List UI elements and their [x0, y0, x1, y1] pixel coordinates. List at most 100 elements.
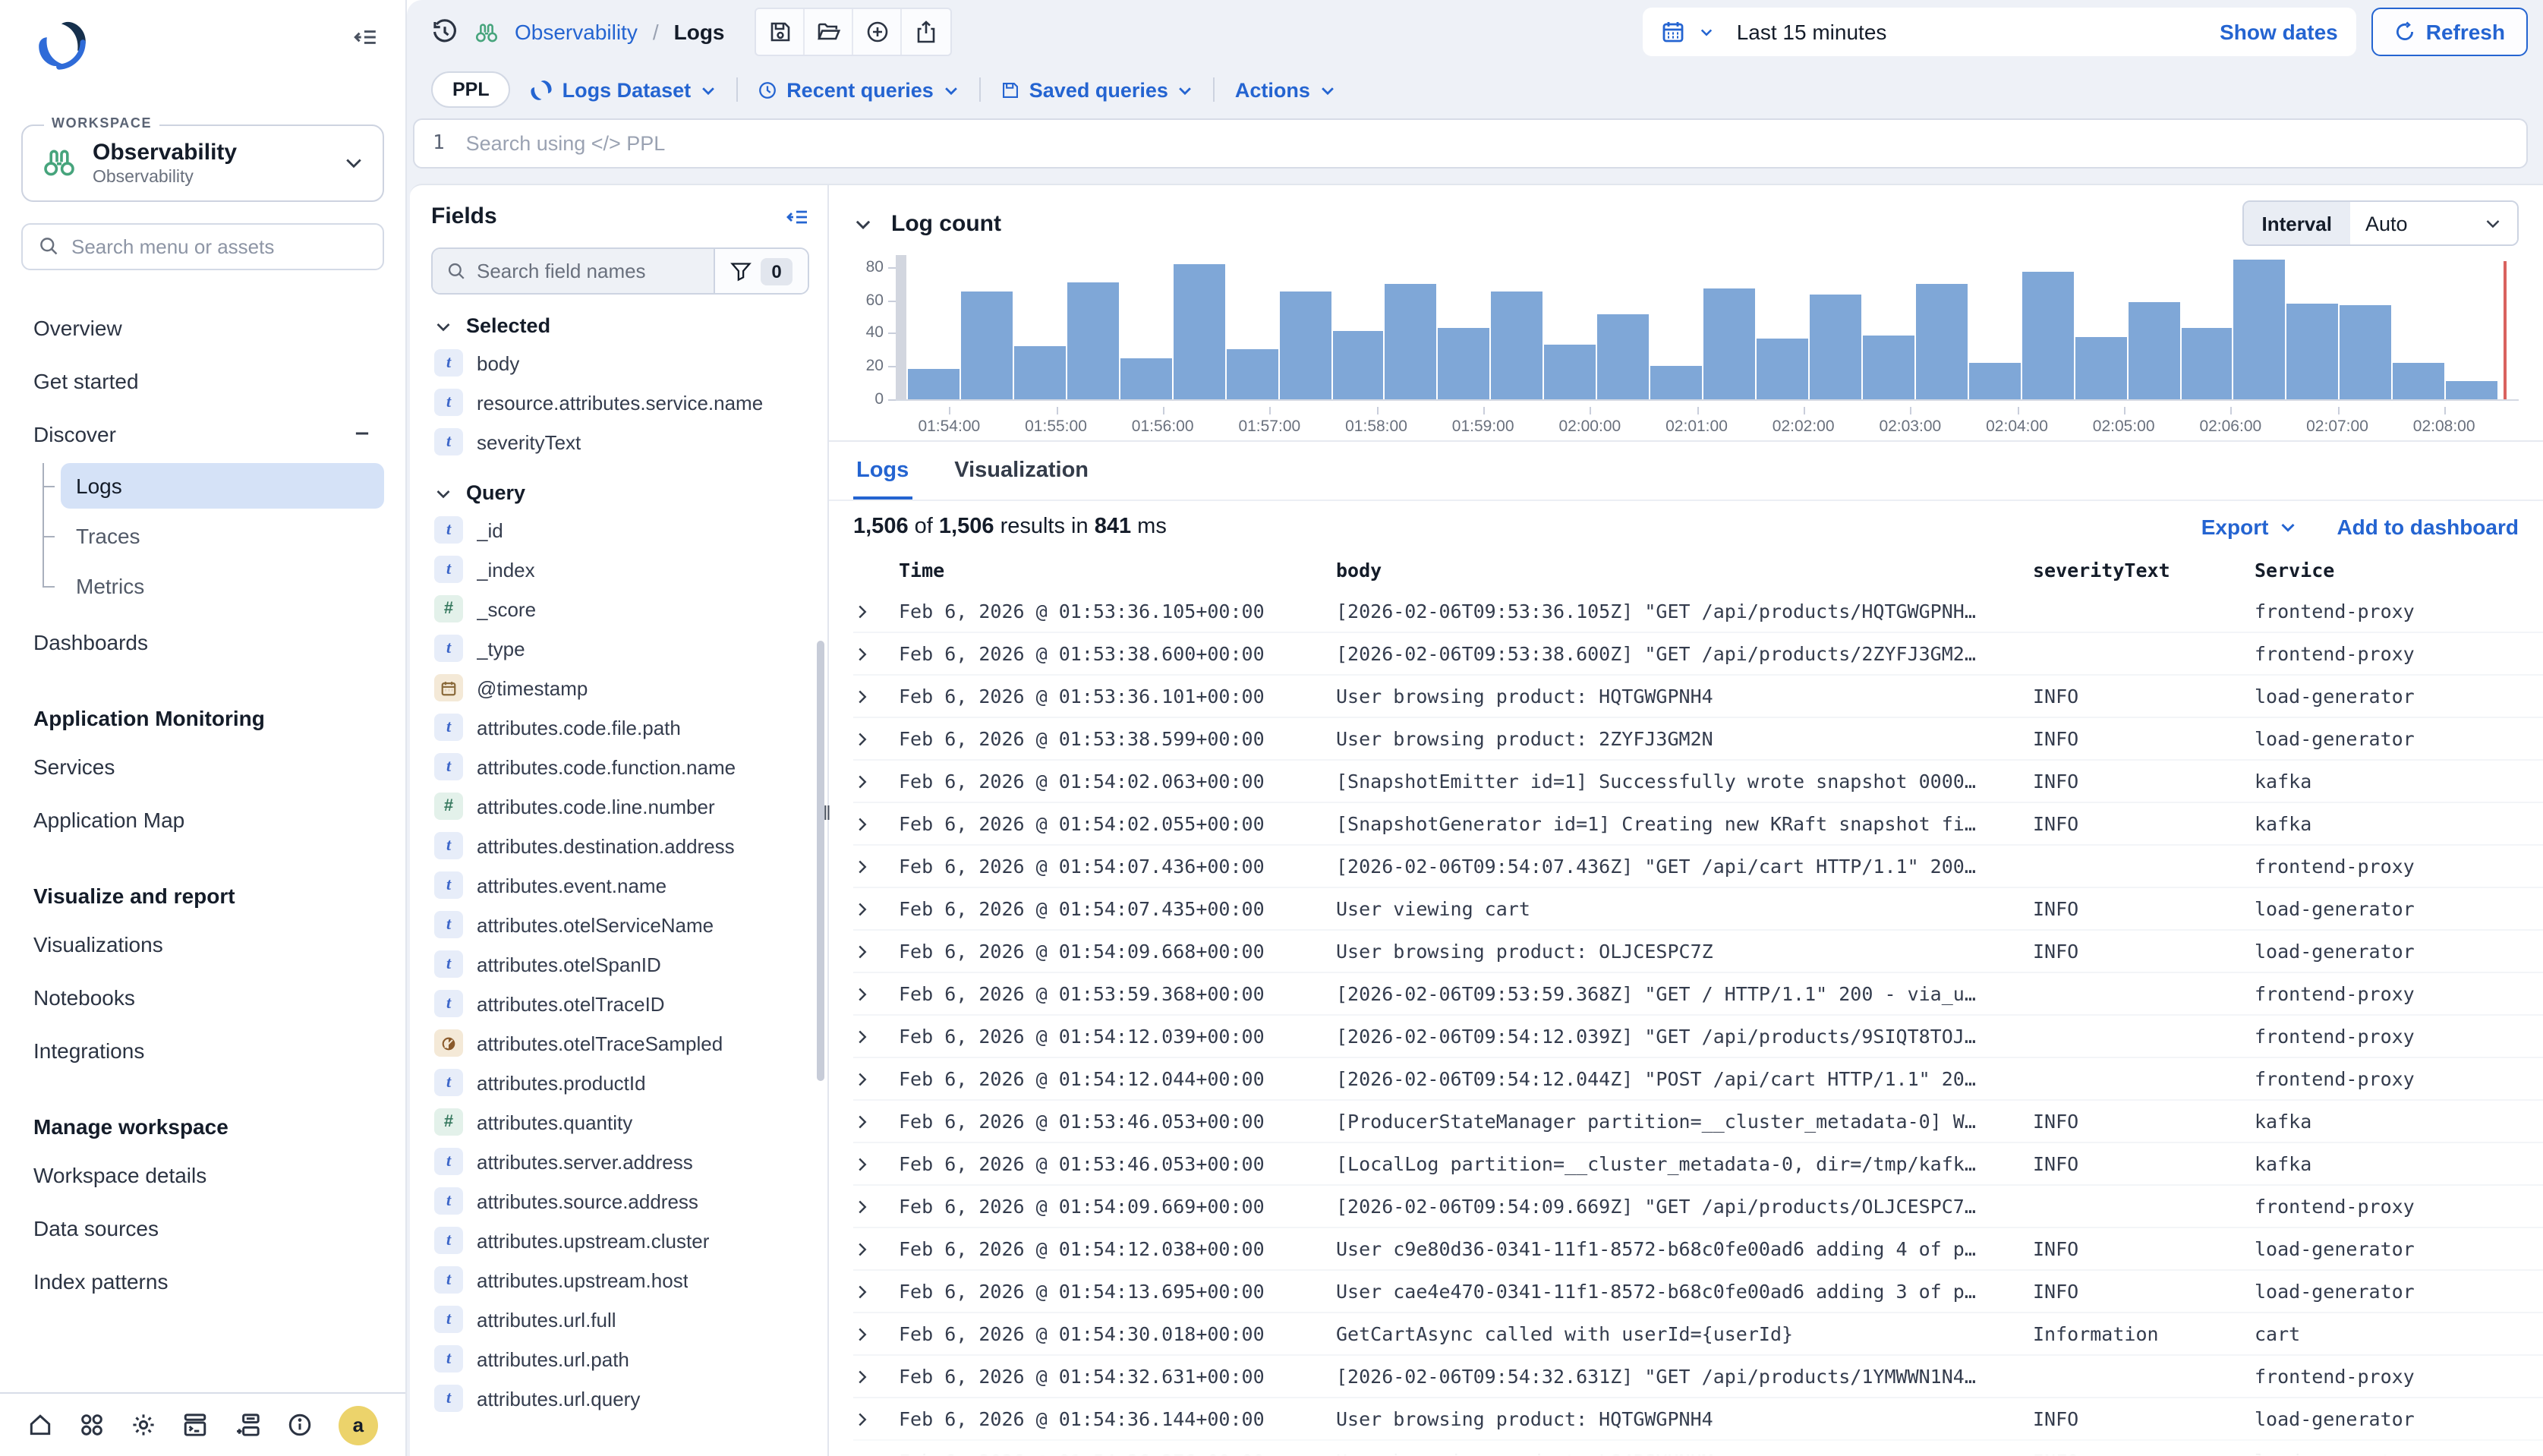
histogram-bar-01:56:00[interactable]	[1173, 265, 1224, 399]
field-filter-button[interactable]: 0	[714, 249, 808, 293]
tab-visualization[interactable]: Visualization	[951, 442, 1092, 500]
histogram-bar-02:06:00[interactable]	[2234, 260, 2286, 400]
histogram-bar-02:03:00[interactable]	[1916, 285, 1968, 399]
sidebar-item-overview[interactable]: Overview	[21, 304, 384, 352]
chart-collapse-icon[interactable]	[853, 213, 873, 233]
sidebar-collapse-icon[interactable]	[352, 24, 378, 50]
sidebar-search[interactable]	[21, 223, 384, 270]
field-item-attributes.code.function.name[interactable]: tattributes.code.function.name	[431, 747, 809, 786]
export-button[interactable]: Export	[2201, 515, 2298, 539]
histogram-bar-01:53:30[interactable]	[908, 368, 960, 399]
field-item-attributes.destination.address[interactable]: tattributes.destination.address	[431, 826, 809, 865]
show-dates-button[interactable]: Show dates	[2220, 20, 2338, 44]
share-icon[interactable]	[903, 9, 951, 55]
field-item-attributes.otelServiceName[interactable]: tattributes.otelServiceName	[431, 905, 809, 944]
selected-fields-section[interactable]: Selected	[434, 314, 809, 337]
expand-row-icon[interactable]	[853, 985, 899, 1003]
histogram-bar-02:02:30[interactable]	[1863, 336, 1914, 399]
histogram-bar-02:08:00[interactable]	[2446, 381, 2497, 399]
expand-row-icon[interactable]	[853, 1367, 899, 1385]
add-panel-icon[interactable]	[235, 1412, 260, 1438]
histogram-bar-02:01:30[interactable]	[1757, 339, 1808, 399]
calendar-icon[interactable]	[1661, 20, 1685, 44]
recent-queries-menu[interactable]: Recent queries	[758, 78, 960, 101]
histogram-bar-02:05:00[interactable]	[2128, 303, 2179, 399]
field-item-attributes.url.query[interactable]: tattributes.url.query	[431, 1379, 809, 1418]
histogram-bar-01:55:00[interactable]	[1067, 283, 1119, 399]
query-fields-section[interactable]: Query	[434, 481, 809, 504]
histogram-bar-02:03:30[interactable]	[1969, 364, 2021, 400]
histogram-bar-02:00:00[interactable]	[1597, 314, 1649, 399]
expand-row-icon[interactable]	[853, 1027, 899, 1045]
expand-row-icon[interactable]	[853, 815, 899, 833]
histogram-bar-02:05:30[interactable]	[2181, 327, 2233, 399]
field-item-_score[interactable]: #_score	[431, 589, 809, 629]
field-item-attributes.productId[interactable]: tattributes.productId	[431, 1063, 809, 1102]
log-count-chart[interactable]: 020406080	[853, 255, 2519, 407]
field-item-resource.attributes.service.name[interactable]: tresource.attributes.service.name	[431, 383, 809, 422]
info-icon[interactable]	[287, 1412, 313, 1438]
expand-row-icon[interactable]	[853, 1112, 899, 1130]
column-time[interactable]: Time	[899, 559, 1336, 581]
histogram-bar-02:06:30[interactable]	[2287, 304, 2339, 399]
expand-row-icon[interactable]	[853, 942, 899, 960]
workspace-selector[interactable]: WORKSPACE Observability Observability	[21, 124, 384, 202]
field-item-attributes.source.address[interactable]: tattributes.source.address	[431, 1181, 809, 1221]
field-item-attributes.event.name[interactable]: tattributes.event.name	[431, 865, 809, 905]
histogram-bar-02:04:30[interactable]	[2075, 337, 2126, 399]
expand-row-icon[interactable]	[853, 730, 899, 748]
field-item-body[interactable]: tbody	[431, 343, 809, 383]
expand-row-icon[interactable]	[853, 1155, 899, 1173]
histogram-bar-01:57:00[interactable]	[1279, 292, 1331, 400]
apps-icon[interactable]	[79, 1412, 105, 1438]
expand-row-icon[interactable]	[853, 900, 899, 918]
sidebar-item-workspace-details[interactable]: Workspace details	[21, 1151, 384, 1199]
sidebar-item-discover[interactable]: Discover	[21, 410, 384, 459]
date-picker[interactable]: Last 15 minutes Show dates	[1643, 8, 2356, 56]
field-item-severityText[interactable]: tseverityText	[431, 422, 809, 462]
histogram-bar-01:57:30[interactable]	[1332, 330, 1384, 399]
sidebar-item-index-patterns[interactable]: Index patterns	[21, 1257, 384, 1306]
field-item-attributes.code.line.number[interactable]: #attributes.code.line.number	[431, 786, 809, 826]
expand-row-icon[interactable]	[853, 687, 899, 705]
histogram-bar-01:54:00[interactable]	[961, 292, 1013, 400]
field-search-input[interactable]	[477, 260, 700, 282]
column-service[interactable]: Service	[2255, 559, 2543, 581]
field-item-_index[interactable]: t_index	[431, 550, 809, 589]
expand-row-icon[interactable]	[853, 1325, 899, 1343]
sidebar-item-get-started[interactable]: Get started	[21, 357, 384, 405]
field-item-attributes.otelTraceSampled[interactable]: attributes.otelTraceSampled	[431, 1023, 809, 1063]
histogram-bar-01:59:30[interactable]	[1545, 345, 1596, 399]
field-item-@timestamp[interactable]: @timestamp	[431, 668, 809, 708]
fields-scrollbar[interactable]	[817, 641, 824, 1081]
actions-menu[interactable]: Actions	[1235, 78, 1336, 101]
histogram-bar-02:02:00[interactable]	[1810, 295, 1861, 399]
fields-collapse-icon[interactable]	[785, 204, 809, 228]
breadcrumb-app[interactable]: Observability	[515, 20, 638, 44]
add-to-dashboard-button[interactable]: Add to dashboard	[2337, 515, 2519, 539]
histogram-bar-02:07:30[interactable]	[2393, 364, 2445, 400]
tab-logs[interactable]: Logs	[853, 442, 912, 500]
save-icon[interactable]	[757, 9, 805, 55]
field-item-attributes.otelSpanID[interactable]: tattributes.otelSpanID	[431, 944, 809, 984]
expand-row-icon[interactable]	[853, 1410, 899, 1428]
field-item-attributes.server.address[interactable]: tattributes.server.address	[431, 1142, 809, 1181]
histogram-bar-01:55:30[interactable]	[1120, 358, 1172, 399]
recent-history-icon[interactable]	[431, 18, 458, 46]
query-editor[interactable]: 1 Search using </> PPL	[413, 118, 2528, 169]
sidebar-item-integrations[interactable]: Integrations	[21, 1026, 384, 1075]
histogram-bar-01:56:30[interactable]	[1226, 348, 1278, 399]
expand-row-icon[interactable]	[853, 1452, 899, 1456]
expand-row-icon[interactable]	[853, 1282, 899, 1300]
user-avatar[interactable]: a	[339, 1405, 378, 1445]
saved-queries-menu[interactable]: Saved queries	[1000, 78, 1194, 101]
time-range-value[interactable]: Last 15 minutes	[1737, 20, 1887, 44]
histogram-bar-01:58:30[interactable]	[1439, 327, 1490, 399]
panel-resize-handle[interactable]: ‖	[823, 802, 833, 824]
column-body[interactable]: body	[1336, 559, 2033, 581]
interval-select[interactable]: Auto	[2350, 202, 2517, 244]
field-item-attributes.url.full[interactable]: tattributes.url.full	[431, 1300, 809, 1339]
histogram-bar-02:04:00[interactable]	[2021, 272, 2073, 399]
expand-row-icon[interactable]	[853, 1070, 899, 1088]
dataset-selector[interactable]: Logs Dataset	[531, 78, 717, 101]
